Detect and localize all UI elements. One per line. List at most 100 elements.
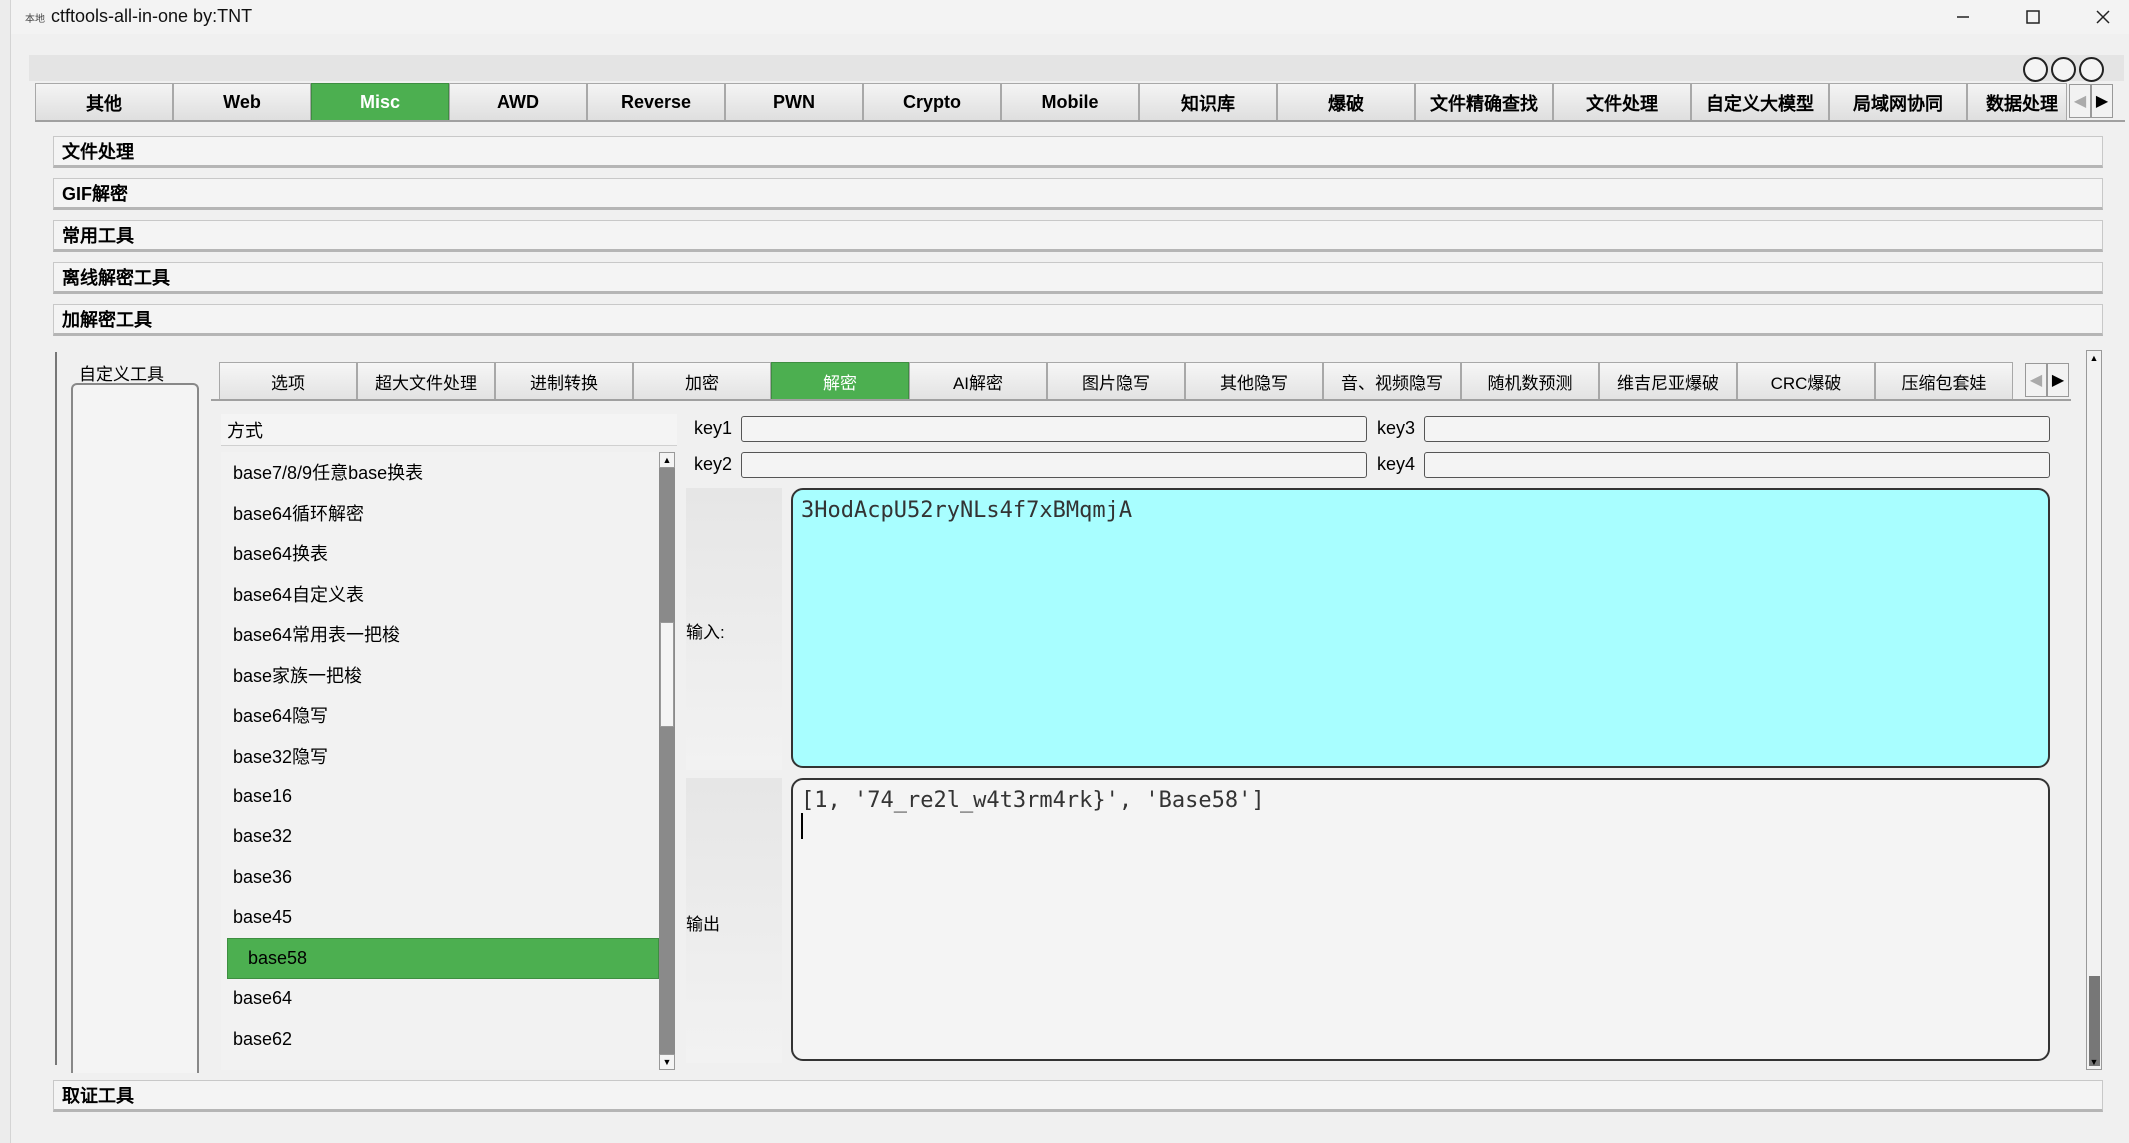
main-tab[interactable]: Mobile — [1001, 83, 1139, 121]
title-bar: 本地 ctftools-all-in-one by:TNT — [11, 0, 2129, 34]
method-item[interactable]: base36 — [221, 857, 659, 898]
method-item[interactable]: base64自定义表 — [221, 574, 659, 615]
main-tab-active[interactable]: Misc — [311, 83, 449, 121]
scrollbar-thumb[interactable] — [660, 622, 674, 727]
section-file-processing[interactable]: 文件处理 — [53, 136, 2103, 168]
sub-tab[interactable]: 超大文件处理 — [357, 362, 495, 400]
triangle-up-icon: ▲ — [662, 455, 672, 465]
custom-tool-label: 自定义工具 — [79, 365, 164, 384]
triangle-up-icon: ▲ — [2089, 353, 2099, 363]
output-label: 输出 — [686, 915, 720, 934]
method-item-selected[interactable]: base58 — [227, 938, 659, 979]
sub-tab[interactable]: 其他隐写 — [1185, 362, 1323, 400]
main-tab[interactable]: Web — [173, 83, 311, 121]
method-item[interactable]: base62 — [221, 1019, 659, 1060]
main-tab[interactable]: AWD — [449, 83, 587, 121]
tab-scroll-left-button[interactable]: ◀ — [2069, 84, 2091, 118]
maximize-icon — [2026, 10, 2040, 24]
main-tab[interactable]: Reverse — [587, 83, 725, 121]
main-tab[interactable]: 自定义大模型 — [1691, 83, 1829, 121]
method-item[interactable]: base32 — [221, 817, 659, 858]
window-title: ctftools-all-in-one by:TNT — [51, 6, 253, 26]
method-item[interactable]: base64 — [221, 979, 659, 1020]
toolbar-strip — [29, 55, 2124, 81]
output-textarea[interactable]: [1, '74_re2l_w4t3rm4rk}', 'Base58'] — [791, 778, 2050, 1061]
main-tab[interactable]: 局域网协同 — [1829, 83, 1967, 121]
input-label: 输入: — [686, 623, 725, 642]
sub-tab[interactable]: CRC爆破 — [1737, 362, 1875, 400]
main-tab[interactable]: Crypto — [863, 83, 1001, 121]
sub-tab-underline — [211, 399, 2071, 401]
maximize-button[interactable] — [1999, 0, 2067, 34]
method-item[interactable]: base64换表 — [221, 533, 659, 574]
sub-tab[interactable]: AI解密 — [909, 362, 1047, 400]
triangle-down-icon: ▼ — [662, 1057, 672, 1067]
method-item[interactable]: base64隐写 — [221, 695, 659, 736]
scroll-down-button[interactable]: ▼ — [659, 1054, 675, 1070]
main-tab[interactable]: 文件处理 — [1553, 83, 1691, 121]
app-icon: 本地 — [25, 14, 45, 25]
toolbar-circle-button[interactable] — [2079, 57, 2104, 82]
panel-scrollbar[interactable]: ▲ ▼ — [2086, 350, 2102, 1070]
sub-tab-scroll-left-button[interactable]: ◀ — [2025, 363, 2047, 397]
tab-underline — [35, 120, 2125, 122]
sub-tab[interactable]: 图片隐写 — [1047, 362, 1185, 400]
key1-input[interactable] — [741, 416, 1367, 442]
scrollbar-thumb[interactable] — [2089, 976, 2100, 1066]
scroll-down-button[interactable]: ▼ — [2087, 1055, 2101, 1069]
scroll-up-button[interactable]: ▲ — [2087, 351, 2101, 365]
method-list: base7/8/9任意base换表 base64循环解密 base64换表 ba… — [221, 452, 659, 1070]
key4-label: key4 — [1377, 454, 1416, 474]
section-evidence-tools[interactable]: 取证工具 — [53, 1080, 2103, 1112]
input-textarea[interactable] — [791, 488, 2050, 768]
method-item[interactable]: base16 — [221, 776, 659, 817]
text-caret — [801, 813, 803, 839]
main-tab[interactable]: PWN — [725, 83, 863, 121]
sub-tab[interactable]: 音、视频隐写 — [1323, 362, 1461, 400]
method-item[interactable]: base45 — [221, 898, 659, 939]
minimize-icon — [1957, 16, 1969, 18]
triangle-left-icon: ◀ — [2073, 93, 2087, 110]
minimize-button[interactable] — [1929, 0, 1997, 34]
method-item[interactable]: base32隐写 — [221, 736, 659, 777]
key2-input[interactable] — [741, 452, 1367, 478]
key3-label: key3 — [1377, 418, 1416, 438]
method-list-scrollbar[interactable]: ▲ ▼ — [659, 452, 675, 1070]
method-list-header: 方式 — [221, 414, 677, 446]
method-item[interactable]: base64循环解密 — [221, 493, 659, 534]
method-item[interactable]: base7/8/9任意base换表 — [221, 452, 659, 493]
main-tab[interactable]: 知识库 — [1139, 83, 1277, 121]
triangle-right-icon: ▶ — [2095, 93, 2109, 110]
close-button[interactable] — [2069, 0, 2129, 34]
key3-input[interactable] — [1424, 416, 2050, 442]
section-crypto-tools[interactable]: 加解密工具 — [53, 304, 2103, 336]
main-tab[interactable]: 数据处理 — [1967, 83, 2067, 121]
main-tab[interactable]: 其他 — [35, 83, 173, 121]
sub-tab[interactable]: 加密 — [633, 362, 771, 400]
section-gif-decrypt[interactable]: GIF解密 — [53, 178, 2103, 210]
sub-tab[interactable]: 进制转换 — [495, 362, 633, 400]
main-tab[interactable]: 文件精确查找 — [1415, 83, 1553, 121]
sub-tab[interactable]: 选项 — [219, 362, 357, 400]
method-item[interactable]: base64常用表一把梭 — [221, 614, 659, 655]
toolbar-circle-button[interactable] — [2051, 57, 2076, 82]
main-tab[interactable]: 爆破 — [1277, 83, 1415, 121]
sub-tab[interactable]: 随机数预测 — [1461, 362, 1599, 400]
section-offline-decrypt[interactable]: 离线解密工具 — [53, 262, 2103, 294]
method-item[interactable]: base家族一把梭 — [221, 655, 659, 696]
tab-scroll-right-button[interactable]: ▶ — [2091, 84, 2113, 118]
section-common-tools[interactable]: 常用工具 — [53, 220, 2103, 252]
triangle-right-icon: ▶ — [2051, 372, 2065, 389]
sub-tab[interactable]: 压缩包套娃 — [1875, 362, 2013, 400]
sub-tab-bar: 选项 超大文件处理 进制转换 加密 解密 AI解密 图片隐写 其他隐写 音、视频… — [219, 362, 2013, 400]
sub-tab[interactable]: 维吉尼亚爆破 — [1599, 362, 1737, 400]
key4-input[interactable] — [1424, 452, 2050, 478]
sub-tab-active[interactable]: 解密 — [771, 362, 909, 400]
scroll-up-button[interactable]: ▲ — [659, 452, 675, 468]
app-window: 本地 ctftools-all-in-one by:TNT 其他 Web Mis… — [10, 0, 2129, 1143]
output-text: [1, '74_re2l_w4t3rm4rk}', 'Base58'] — [801, 788, 1265, 813]
toolbar-circle-button[interactable] — [2023, 57, 2048, 82]
triangle-left-icon: ◀ — [2029, 372, 2043, 389]
key2-label: key2 — [694, 454, 733, 474]
sub-tab-scroll-right-button[interactable]: ▶ — [2047, 363, 2069, 397]
